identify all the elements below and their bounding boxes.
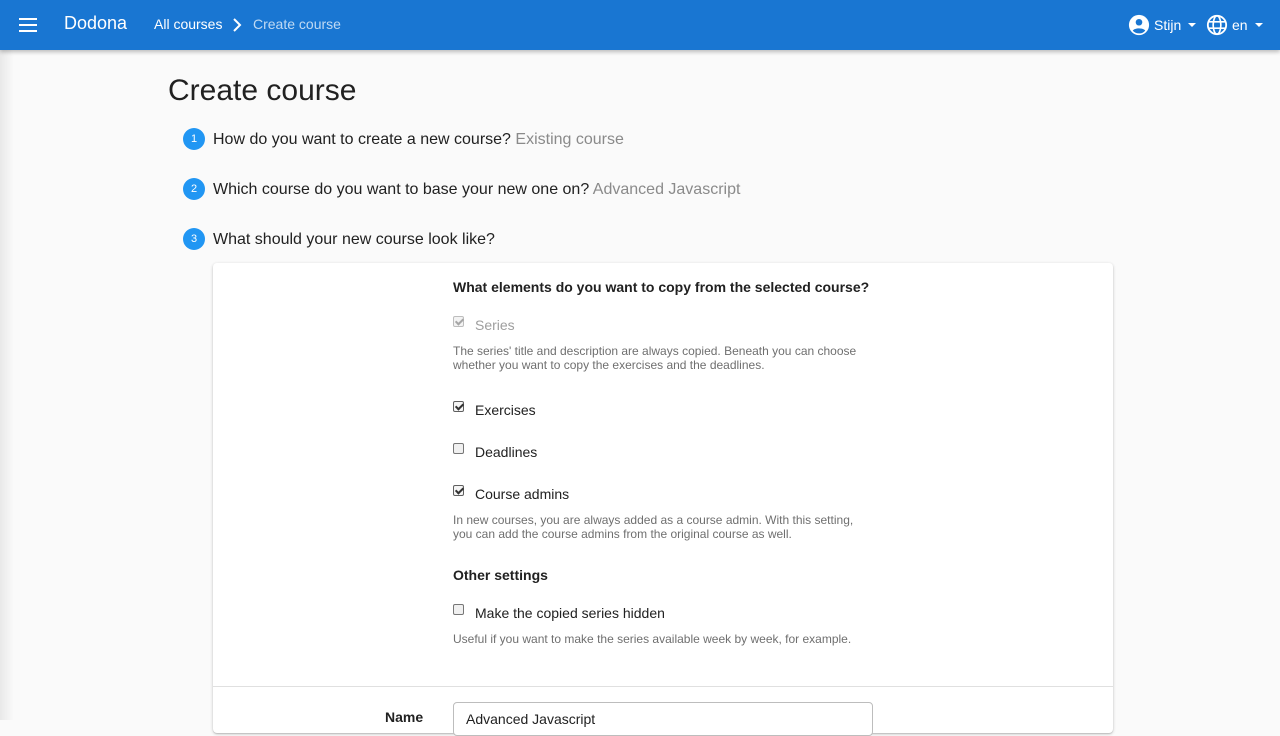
language-menu[interactable]: en <box>1206 13 1263 37</box>
series-help-text: The series' title and description are al… <box>453 344 857 372</box>
exercises-checkbox-row[interactable]: Exercises <box>453 401 536 421</box>
step-answer: Advanced Javascript <box>592 181 741 198</box>
course-admins-help-text: In new courses, you are always added as … <box>453 513 854 541</box>
step-number-badge: 3 <box>183 228 205 250</box>
deadlines-checkbox[interactable] <box>453 443 464 454</box>
deadlines-label[interactable]: Deadlines <box>475 444 537 460</box>
caret-down-icon <box>1188 23 1197 27</box>
page-title: Create course <box>168 74 357 107</box>
drawer-shadow <box>0 50 14 720</box>
course-form-card: What elements do you want to copy from t… <box>213 263 1113 736</box>
user-menu[interactable]: Stijn <box>1128 13 1197 37</box>
chevron-right-icon <box>233 18 242 32</box>
user-name: Stijn <box>1154 17 1182 33</box>
step-question: Which course do you want to base your ne… <box>213 181 590 198</box>
exercises-checkbox[interactable] <box>453 401 464 412</box>
course-admins-checkbox-row[interactable]: Course admins <box>453 485 569 505</box>
course-admins-checkbox[interactable] <box>453 485 464 496</box>
hidden-series-help-text: Useful if you want to make the series av… <box>453 632 852 646</box>
breadcrumb-all-courses[interactable]: All courses <box>154 16 222 32</box>
step-text: How do you want to create a new course? … <box>213 131 624 149</box>
step-text: Which course do you want to base your ne… <box>213 181 740 199</box>
brand-logo[interactable]: Dodona <box>64 13 127 34</box>
globe-icon <box>1206 14 1228 36</box>
language-code: en <box>1232 17 1248 33</box>
hidden-series-checkbox-row[interactable]: Make the copied series hidden <box>453 604 665 624</box>
series-checkbox-row: Series <box>453 316 515 336</box>
breadcrumb-current: Create course <box>253 16 341 32</box>
menu-icon[interactable] <box>16 13 40 37</box>
course-admins-label[interactable]: Course admins <box>475 486 569 502</box>
copy-elements-heading: What elements do you want to copy from t… <box>453 279 870 295</box>
other-settings-heading: Other settings <box>453 567 548 583</box>
step-question: How do you want to create a new course? <box>213 131 511 148</box>
series-checkbox <box>453 316 464 327</box>
step-answer: Existing course <box>515 131 624 148</box>
caret-down-icon <box>1254 23 1263 27</box>
hidden-series-label[interactable]: Make the copied series hidden <box>475 605 665 621</box>
series-label: Series <box>475 317 515 333</box>
exercises-label[interactable]: Exercises <box>475 402 536 418</box>
name-label: Name <box>385 709 424 725</box>
step-number-badge: 2 <box>183 178 205 200</box>
top-navbar: Dodona All courses Create course Stijn e… <box>0 0 1280 50</box>
step-question: What should your new course look like? <box>213 231 495 248</box>
account-circle-icon <box>1128 14 1150 36</box>
step-text: What should your new course look like? <box>213 231 495 249</box>
step-number-badge: 1 <box>183 128 205 150</box>
divider <box>213 686 1113 687</box>
deadlines-checkbox-row[interactable]: Deadlines <box>453 443 537 463</box>
hidden-series-checkbox[interactable] <box>453 604 464 615</box>
course-name-input[interactable] <box>453 702 873 736</box>
